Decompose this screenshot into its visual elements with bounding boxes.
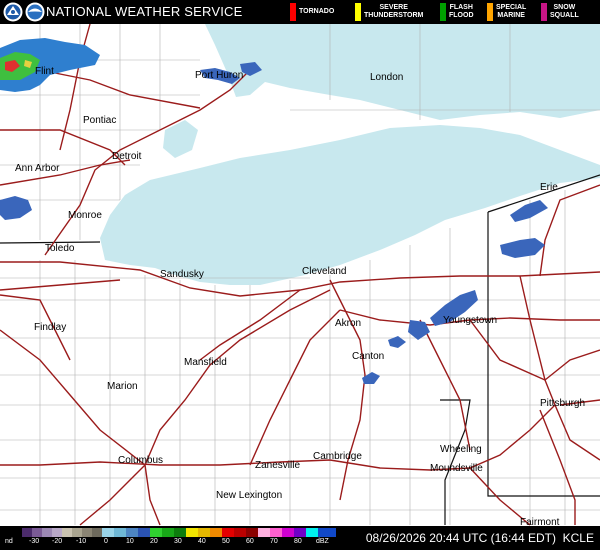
scale-label: 20 <box>150 538 158 545</box>
footer-bar: nd -30 -20 -10 0 10 20 30 40 50 60 70 80… <box>0 526 600 550</box>
city-label: Findlay <box>34 322 67 333</box>
legend-label: SEVERE THUNDERSTORM <box>364 4 424 19</box>
city-label: Pittsburgh <box>540 398 586 409</box>
legend-label: SNOW SQUALL <box>550 4 579 19</box>
scale-label: 60 <box>246 538 254 545</box>
legend-swatch <box>541 3 547 21</box>
legend-label: FLASH FLOOD <box>449 4 474 19</box>
city-label: Cleveland <box>302 266 347 277</box>
scale-label: dBZ <box>316 538 329 545</box>
city-label: Canton <box>352 351 385 362</box>
radar-map-view: NATIONAL WEATHER SERVICE TORNADO SEVERE T… <box>0 0 600 550</box>
scale-label: 40 <box>198 538 206 545</box>
echo-youngstown-2 <box>408 320 430 340</box>
legend-label: SPECIAL MARINE <box>496 4 527 19</box>
city-label: Port Huron <box>195 70 244 81</box>
legend-swatch <box>290 3 296 21</box>
city-label: Zanesville <box>255 460 301 471</box>
city-label: Akron <box>335 318 362 329</box>
scale-label: -30 <box>29 538 40 545</box>
timestamp: 08/26/2026 20:44 UTC (16:44 EDT) KCLE <box>366 531 594 545</box>
city-label: Ann Arbor <box>15 163 60 174</box>
echo-erie-south <box>500 238 545 258</box>
echo-ann-arbor <box>0 196 32 220</box>
legend-swatch <box>355 3 361 21</box>
city-label: Moundsville <box>430 463 483 474</box>
city-label: Toledo <box>45 243 75 254</box>
city-label: Mansfield <box>184 357 227 368</box>
city-label: Erie <box>540 182 558 193</box>
city-label: Detroit <box>112 151 142 162</box>
timestamp-text: 08/26/2026 20:44 UTC (16:44 EDT) <box>365 531 556 545</box>
scale-label: 80 <box>294 538 302 545</box>
city-label: Pontiac <box>83 115 117 126</box>
city-label: Sandusky <box>160 269 204 280</box>
city-label: Monroe <box>68 210 102 221</box>
header-title: NATIONAL WEATHER SERVICE <box>46 4 243 19</box>
city-label: Flint <box>35 66 54 77</box>
noaa-logo-icon <box>25 2 45 22</box>
scale-label: -20 <box>52 538 63 545</box>
city-label: Cambridge <box>313 451 362 462</box>
city-label: Wheeling <box>440 444 482 455</box>
city-label: Youngstown <box>443 315 498 326</box>
scale-label: nd <box>5 538 13 545</box>
scale-label: -10 <box>76 538 87 545</box>
legend-label: TORNADO <box>299 8 335 15</box>
station-id: KCLE <box>562 531 594 545</box>
scale-label: 30 <box>174 538 182 545</box>
city-label: London <box>370 72 404 83</box>
legend-swatch <box>487 3 493 21</box>
nws-logo-icon <box>3 2 23 22</box>
scale-label: 0 <box>104 538 108 545</box>
scale-label: 10 <box>126 538 134 545</box>
city-label: Marion <box>107 381 138 392</box>
city-label: Columbus <box>118 455 164 466</box>
legend-swatch <box>440 3 446 21</box>
scale-label: 70 <box>270 538 278 545</box>
scale-label: 50 <box>222 538 230 545</box>
city-label: New Lexington <box>216 490 283 501</box>
header-bar: NATIONAL WEATHER SERVICE TORNADO SEVERE T… <box>0 0 600 24</box>
dbz-color-scale <box>0 528 336 537</box>
